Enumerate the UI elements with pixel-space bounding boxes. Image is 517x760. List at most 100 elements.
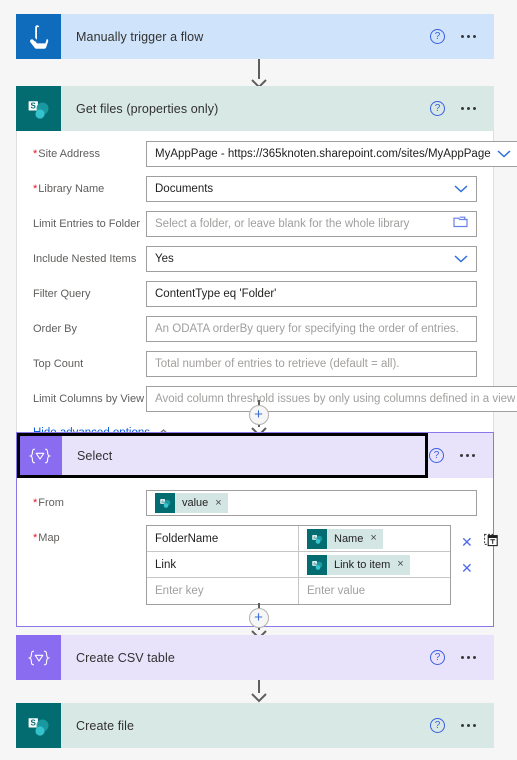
insert-step-button[interactable]: + — [248, 405, 269, 425]
field-label: Filter Query — [33, 288, 91, 300]
help-icon[interactable]: ? — [430, 718, 445, 733]
required-indicator: * — [33, 532, 38, 544]
flow-node-select[interactable]: Select ? *From S value × *Map FolderName… — [16, 432, 498, 627]
field-value: Documents — [155, 183, 214, 195]
field-label: Order By — [33, 323, 78, 335]
field-value: ContentType eq 'Folder' — [155, 288, 277, 300]
delete-row-icon[interactable]: ✕ — [461, 535, 473, 549]
map-row[interactable]: FolderName S Name × — [147, 526, 450, 552]
top-count-input[interactable]: Total number of entries to retrieve (def… — [146, 351, 477, 377]
data-operation-icon — [17, 433, 62, 478]
chevron-down-icon[interactable] — [454, 185, 468, 193]
remove-token-icon[interactable]: × — [215, 497, 221, 509]
chevron-down-icon[interactable] — [497, 150, 511, 158]
card-header[interactable]: Create CSV table ? — [16, 635, 494, 680]
field-from: *From S value × — [33, 490, 477, 516]
help-icon[interactable]: ? — [430, 29, 445, 44]
more-commands-icon[interactable] — [459, 720, 478, 731]
map-value-input[interactable]: S Name × — [299, 526, 450, 551]
card-header[interactable]: S Create file ? — [16, 703, 494, 748]
folder-icon[interactable] — [453, 215, 468, 233]
map-row[interactable]: Enter key Enter value — [147, 578, 450, 604]
card-header[interactable]: Manually trigger a flow ? — [16, 14, 494, 59]
field-filter-query: Filter Query ContentType eq 'Folder' — [33, 281, 477, 307]
library-name-input[interactable]: Documents — [146, 176, 477, 202]
card-header-actions: ? — [430, 29, 494, 44]
remove-token-icon[interactable]: × — [370, 533, 376, 544]
map-row-action-group: ✕ — [461, 555, 498, 581]
card-title: Create CSV table — [76, 650, 175, 665]
limit-entries-to-folder-input[interactable]: Select a folder, or leave blank for the … — [146, 211, 477, 237]
token-value[interactable]: S value × — [155, 493, 228, 513]
svg-text:S: S — [313, 534, 316, 539]
insert-step-button[interactable]: + — [248, 608, 269, 628]
field-order-by: Order By An ODATA orderBy query for spec… — [33, 316, 477, 342]
field-value: Yes — [155, 253, 174, 265]
from-input[interactable]: S value × — [146, 490, 477, 516]
field-label: *Map — [33, 532, 60, 544]
map-key-input[interactable]: Enter key — [147, 578, 299, 604]
svg-text:S: S — [30, 101, 36, 110]
map-row-action-group: ✕ — [461, 529, 498, 555]
sharepoint-icon: S — [307, 554, 327, 575]
help-icon[interactable]: ? — [429, 448, 444, 463]
field-label: Top Count — [33, 358, 84, 370]
more-commands-icon[interactable] — [459, 103, 478, 114]
card-title: Get files (properties only) — [76, 101, 219, 116]
flow-node-create-file[interactable]: S Create file ? — [16, 703, 494, 748]
token-label: Name — [334, 532, 364, 545]
more-commands-icon[interactable] — [459, 31, 478, 42]
token-label: Link to item — [334, 558, 391, 571]
field-value: MyAppPage - https://365knoten.sharepoint… — [155, 148, 491, 160]
flow-node-manual-trigger[interactable]: Manually trigger a flow ? — [16, 14, 494, 59]
order-by-input[interactable]: An ODATA orderBy query for specifying th… — [146, 316, 477, 342]
curly-brace-glyph — [26, 448, 54, 464]
card-title: Manually trigger a flow — [76, 29, 204, 44]
field-placeholder: Select a folder, or leave blank for the … — [155, 218, 410, 230]
required-indicator: * — [33, 497, 38, 509]
map-row[interactable]: Link S Link to item × — [147, 552, 450, 578]
flow-node-get-files[interactable]: S Get files (properties only) ? *Site Ad… — [16, 86, 517, 452]
switch-to-text-mode-icon[interactable] — [483, 532, 498, 552]
include-nested-items-input[interactable]: Yes — [146, 246, 477, 272]
chevron-down-icon[interactable] — [454, 255, 468, 263]
manual-trigger-icon — [16, 14, 61, 59]
connector-createcsv-to-createfile — [0, 680, 517, 703]
field-top-count: Top Count Total number of entries to ret… — [33, 351, 477, 377]
help-icon[interactable]: ? — [430, 101, 445, 116]
token-value[interactable]: S Link to item × — [307, 554, 410, 575]
card-header-actions: ? — [429, 448, 493, 463]
card-header[interactable]: Select ? — [17, 433, 493, 478]
more-commands-icon[interactable] — [458, 450, 477, 461]
field-label: *Library Name — [33, 183, 105, 195]
data-operation-icon — [16, 635, 61, 680]
flow-node-create-csv-table[interactable]: Create CSV table ? — [16, 635, 494, 680]
card-title: Select — [77, 448, 113, 463]
token-label: value — [182, 497, 209, 509]
token-value[interactable]: S Name × — [307, 528, 383, 549]
map-key-input[interactable]: Link — [147, 552, 299, 577]
card-header[interactable]: S Get files (properties only) ? — [16, 86, 494, 131]
map-value-input[interactable]: Enter value — [299, 578, 450, 604]
map-row-actions: ✕ ✕ — [451, 525, 498, 581]
field-placeholder: Total number of entries to retrieve (def… — [155, 358, 400, 370]
sharepoint-icon: S — [16, 703, 61, 748]
map-value-input[interactable]: S Link to item × — [299, 552, 450, 577]
field-label: Limit Entries to Folder — [33, 218, 140, 230]
field-map: *Map FolderName S Name × Link S Link to … — [33, 525, 498, 605]
field-library-name: *Library Name Documents — [33, 176, 477, 202]
more-commands-icon[interactable] — [459, 652, 478, 663]
filter-query-input[interactable]: ContentType eq 'Folder' — [146, 281, 477, 307]
svg-text:S: S — [30, 718, 36, 727]
map-key-input[interactable]: FolderName — [147, 526, 299, 551]
delete-row-icon[interactable]: ✕ — [461, 561, 473, 575]
card-header-actions: ? — [430, 101, 494, 116]
connector-trigger-to-getfiles — [0, 59, 517, 89]
help-icon[interactable]: ? — [430, 650, 445, 665]
sharepoint-icon: S — [307, 528, 327, 549]
field-limit-entries-to-folder: Limit Entries to Folder Select a folder,… — [33, 211, 477, 237]
card-title: Create file — [76, 718, 135, 733]
site-address-input[interactable]: MyAppPage - https://365knoten.sharepoint… — [146, 141, 517, 167]
remove-token-icon[interactable]: × — [397, 559, 403, 570]
svg-text:S: S — [313, 560, 316, 565]
